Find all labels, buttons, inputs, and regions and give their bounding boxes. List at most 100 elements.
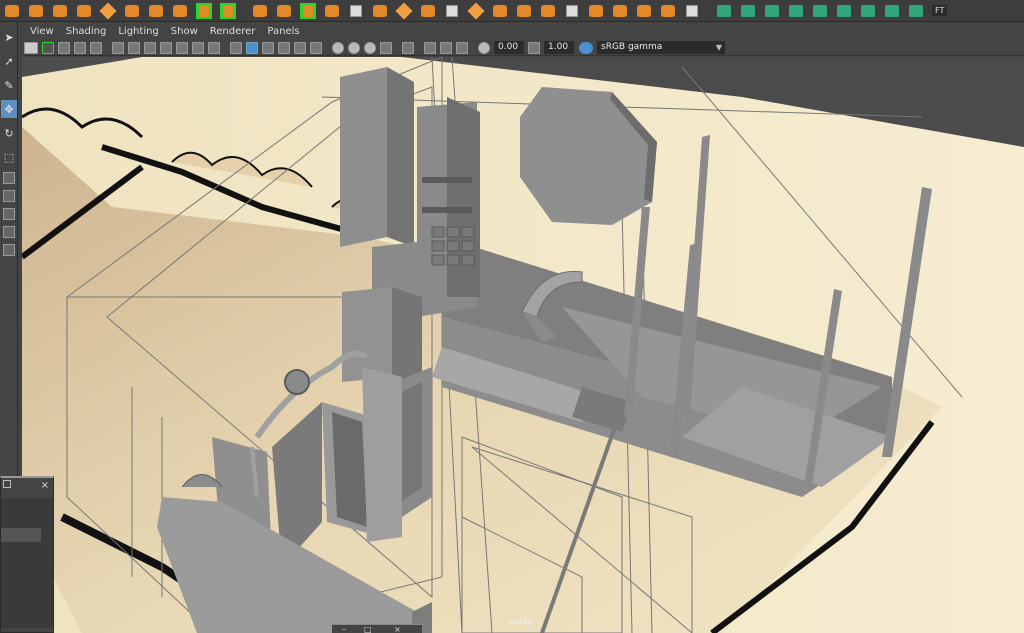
shelf-uv-icon[interactable] — [658, 2, 678, 20]
shelf-smooth-icon[interactable] — [538, 2, 558, 20]
shelf-pipe-icon[interactable] — [146, 2, 166, 20]
menu-shading[interactable]: Shading — [66, 26, 107, 37]
color-space-dropdown[interactable]: sRGB gamma ▼ — [597, 41, 725, 54]
shelf-green-e-icon[interactable] — [810, 2, 830, 20]
ambient-occlusion-icon[interactable] — [332, 41, 344, 54]
field-chart-icon[interactable] — [176, 41, 188, 54]
rotate-tool-icon[interactable]: ↻ — [1, 124, 17, 142]
shelf-plane-icon[interactable] — [98, 2, 118, 20]
shelf-mirror-icon[interactable] — [514, 2, 534, 20]
shelf-green-h-icon[interactable] — [882, 2, 902, 20]
layout-two-icon[interactable] — [3, 208, 15, 220]
layout-single-icon[interactable] — [3, 172, 15, 184]
window-field[interactable] — [1, 528, 41, 542]
scene-render — [22, 57, 1024, 633]
shelf-grid-icon[interactable] — [682, 2, 702, 20]
window-body — [1, 498, 53, 628]
menu-renderer[interactable]: Renderer — [210, 26, 256, 37]
shelf-fill-icon[interactable] — [418, 2, 438, 20]
gate-mask-icon[interactable] — [160, 41, 172, 54]
shelf-bracket-b-icon[interactable] — [218, 2, 238, 20]
menu-view[interactable]: View — [30, 26, 54, 37]
shadows-icon[interactable] — [310, 41, 322, 54]
shelf-text-icon[interactable] — [170, 2, 190, 20]
safe-title-icon[interactable] — [208, 41, 220, 54]
menu-panels[interactable]: Panels — [267, 26, 299, 37]
textured-icon[interactable] — [278, 41, 290, 54]
shelf-cube-icon[interactable] — [26, 2, 46, 20]
xray-joints-icon[interactable] — [440, 41, 452, 54]
shelf-triangulate-icon[interactable] — [562, 2, 582, 20]
shelf-bracket-a-icon[interactable] — [194, 2, 214, 20]
tall-cabinet — [340, 67, 387, 247]
shelf-green-b-icon[interactable] — [738, 2, 758, 20]
shelf-green-g-icon[interactable] — [858, 2, 878, 20]
shelf-target-weld-icon[interactable] — [466, 2, 486, 20]
close-icon[interactable]: × — [41, 480, 49, 491]
motion-blur-icon[interactable] — [348, 41, 360, 54]
shelf-tag[interactable]: FT — [932, 5, 948, 16]
shelf-combine-icon[interactable] — [250, 2, 270, 20]
shelf-cleanup-icon[interactable] — [634, 2, 654, 20]
close-icon[interactable]: × — [394, 625, 401, 633]
shelf-sphere-icon[interactable] — [2, 2, 22, 20]
scale-tool-icon[interactable]: ⬚ — [1, 148, 17, 166]
camera-select-icon[interactable] — [24, 41, 38, 54]
panel-menu-bar: View Shading Lighting Show Renderer Pane… — [22, 23, 1024, 40]
shelf-quadrangulate-icon[interactable] — [586, 2, 606, 20]
anti-alias-icon[interactable] — [364, 41, 376, 54]
shelf-green-d-icon[interactable] — [786, 2, 806, 20]
image-plane-icon[interactable] — [90, 41, 102, 54]
smooth-shade-icon[interactable] — [246, 41, 258, 54]
camera-lock-icon[interactable] — [42, 41, 54, 54]
shelf-extrude-icon[interactable] — [322, 2, 342, 20]
menu-lighting[interactable]: Lighting — [118, 26, 158, 37]
xray-icon[interactable] — [424, 41, 436, 54]
bookmark-icon[interactable] — [74, 41, 86, 54]
wireframe-icon[interactable] — [230, 41, 242, 54]
gamma-icon[interactable] — [528, 41, 540, 54]
film-gate-icon[interactable] — [128, 41, 140, 54]
move-tool-icon[interactable]: ✥ — [1, 100, 17, 118]
shelf-multicut-icon[interactable] — [442, 2, 462, 20]
panel-toolbar: 0.00 1.00 sRGB gamma ▼ — [22, 40, 1024, 56]
shelf-merge-icon[interactable] — [490, 2, 510, 20]
shelf-bevel-icon[interactable] — [346, 2, 366, 20]
layout-outliner-icon[interactable] — [3, 226, 15, 238]
shelf-bracket-c-icon[interactable] — [298, 2, 318, 20]
shelf-torus-icon[interactable] — [122, 2, 142, 20]
grid-toggle-icon[interactable] — [112, 41, 124, 54]
layout-list-icon[interactable] — [3, 244, 15, 256]
shelf-reduce-icon[interactable] — [610, 2, 630, 20]
color-management-icon[interactable] — [579, 41, 593, 54]
backface-icon[interactable] — [456, 41, 468, 54]
safe-action-icon[interactable] — [192, 41, 204, 54]
exposure-field[interactable]: 0.00 — [494, 41, 524, 54]
window-restore-icon[interactable] — [3, 480, 11, 488]
select-tool-icon[interactable]: ➤ — [1, 28, 17, 46]
isolate-select-icon[interactable] — [402, 41, 414, 54]
gamma-field[interactable]: 1.00 — [544, 41, 574, 54]
shelf-green-c-icon[interactable] — [762, 2, 782, 20]
exposure-icon[interactable] — [478, 41, 490, 54]
lasso-tool-icon[interactable]: ➚ — [1, 52, 17, 70]
shaded-wireframe-icon[interactable] — [262, 41, 274, 54]
layout-quad-icon[interactable] — [3, 190, 15, 202]
menu-show[interactable]: Show — [171, 26, 198, 37]
use-lights-icon[interactable] — [294, 41, 306, 54]
minimize-icon[interactable]: – — [342, 625, 346, 633]
shelf-append-icon[interactable] — [394, 2, 414, 20]
shelf-separate-icon[interactable] — [274, 2, 294, 20]
resolution-gate-icon[interactable] — [144, 41, 156, 54]
shelf-bridge-icon[interactable] — [370, 2, 390, 20]
shelf-cone-icon[interactable] — [74, 2, 94, 20]
maximize-icon[interactable]: □ — [364, 625, 372, 633]
paint-select-icon[interactable]: ✎ — [1, 76, 17, 94]
shelf-green-a-icon[interactable] — [714, 2, 734, 20]
camera-attributes-icon[interactable] — [58, 41, 70, 54]
perspective-viewport[interactable]: persp — [22, 57, 1024, 633]
shelf-green-f-icon[interactable] — [834, 2, 854, 20]
shelf-cylinder-icon[interactable] — [50, 2, 70, 20]
shelf-green-i-icon[interactable] — [906, 2, 926, 20]
depth-of-field-icon[interactable] — [380, 41, 392, 54]
